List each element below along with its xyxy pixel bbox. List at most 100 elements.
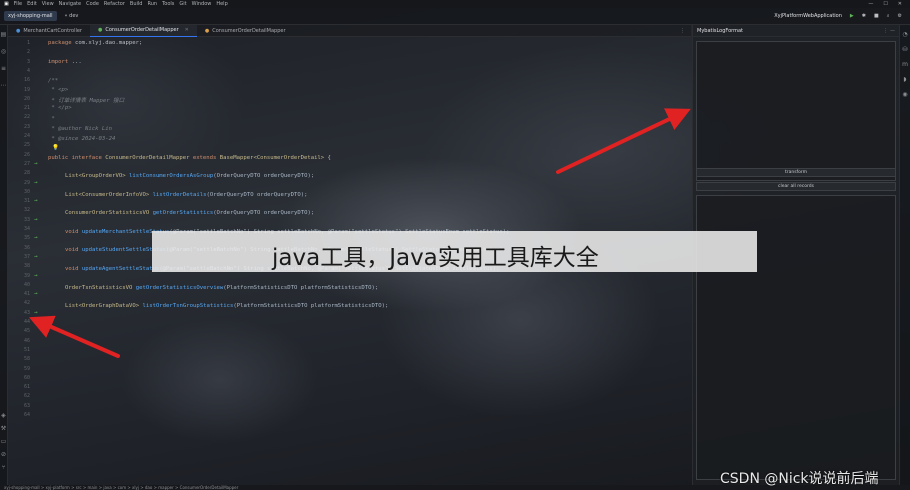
method-name[interactable]: getOrderStatisticsOverview (136, 285, 224, 291)
method-name[interactable]: listOrderDetails (153, 192, 207, 198)
project-selector[interactable]: xyj-shopping-mall (4, 11, 57, 21)
mybatis-panel-header: MybatisLogFormat ⋮ — (693, 25, 899, 37)
branch-selector[interactable]: ⑂ dev (65, 13, 79, 19)
menu-view[interactable]: View (42, 1, 54, 7)
interface-icon: ● (98, 27, 103, 33)
method-declaration: List<ConsumerOrderInfoVO> listOrderDetai… (65, 192, 308, 198)
left-tool-strip: ▤ ◎ ≡ ⋯ ◈ ⚒ ▭ ⊘ ⑂ (0, 25, 8, 485)
app-logo-icon[interactable]: ▣ (4, 1, 9, 7)
sql-input-area[interactable] (696, 41, 896, 181)
line-number: 59 (23, 365, 30, 372)
minimize-button[interactable]: — (868, 1, 873, 7)
line-number: 19 (23, 86, 30, 93)
doc-line: * @since 2024-03-24 (48, 136, 116, 142)
menu-bar: ▣ File Edit View Navigate Code Refactor … (0, 0, 910, 8)
go-to-implementation-icon[interactable]: → (34, 179, 38, 186)
editor-gutter: 1 2 3 4 16 19 20 21 22 23 24 25 26 27 28 29 30 31 32 33 34 35… (8, 37, 48, 487)
line-number: 58 (23, 356, 30, 363)
method-name[interactable]: updateAgentSettleStatus (82, 266, 159, 272)
panel-title: MybatisLogFormat (697, 27, 744, 34)
keyword: public interface (48, 155, 102, 161)
menu-build[interactable]: Build (130, 1, 143, 7)
line-number: 4 (26, 67, 30, 74)
debug-icon[interactable]: ✱ (862, 13, 866, 19)
tab-merchant-cart-controller[interactable]: ● MerchantCartController (8, 25, 90, 37)
breadcrumb[interactable]: xyj-shopping-mall > xyj-platform > src >… (4, 485, 238, 490)
stop-icon[interactable]: ■ (874, 13, 879, 19)
line-number: 51 (23, 346, 30, 353)
line-number: 42 (23, 300, 30, 307)
commit-tool-icon[interactable]: ◎ (1, 48, 6, 55)
go-to-implementation-icon[interactable]: → (34, 290, 38, 297)
mybatis-log-icon[interactable]: ◉ (902, 91, 907, 98)
return-type: void (65, 228, 82, 235)
doc-line: /** (48, 78, 59, 84)
terminal-icon[interactable]: ▭ (1, 438, 7, 445)
tab-consumer-order-detail-mapper[interactable]: ● ConsumerOrderDetailMapper ✕ (90, 24, 197, 37)
import-fold[interactable]: ... (68, 59, 82, 65)
project-tool-icon[interactable]: ▤ (1, 31, 7, 38)
method-name[interactable]: listOrderTsnGroupStatistics (142, 303, 233, 309)
menu-code[interactable]: Code (86, 1, 99, 7)
menu-run[interactable]: Run (147, 1, 157, 7)
panel-options-icon[interactable]: ⋮ — (883, 28, 895, 34)
go-to-implementation-icon[interactable]: → (34, 216, 38, 223)
interface-name: ConsumerOrderDetailMapper (101, 155, 190, 161)
menu-window[interactable]: Window (192, 1, 212, 7)
line-number: 1 (26, 40, 30, 46)
notifications-icon[interactable]: ◔ (902, 31, 907, 38)
search-icon[interactable]: ⌕ (887, 13, 890, 19)
go-to-implementation-icon[interactable]: → (34, 272, 38, 279)
line-number: 31 (23, 198, 30, 205)
tabs-more-icon[interactable]: ⋮ (680, 28, 691, 34)
line-number: 33 (23, 216, 30, 223)
go-to-implementation-icon[interactable]: → (34, 309, 38, 316)
go-to-implementation-icon[interactable]: → (34, 234, 38, 241)
clear-records-button[interactable]: clear all records (696, 182, 896, 191)
editor-tabs: ● MerchantCartController ● ConsumerOrder… (8, 24, 691, 37)
database-icon[interactable]: ⛁ (902, 46, 907, 53)
problems-icon[interactable]: ⊘ (1, 451, 6, 458)
method-name[interactable]: listConsumerOrdersAsGroup (129, 173, 213, 179)
git-icon[interactable]: ⑂ (2, 464, 6, 471)
menu-navigate[interactable]: Navigate (59, 1, 81, 7)
java-class-icon: ● (16, 27, 21, 34)
bulb-icon[interactable]: 💡 (52, 145, 59, 151)
super-type: BaseMapper<ConsumerOrderDetail> (216, 155, 325, 161)
settings-icon[interactable]: ⚙ (898, 13, 902, 19)
line-number: 43 (23, 309, 30, 316)
close-window-button[interactable]: ✕ (898, 1, 902, 7)
return-type: List<ConsumerOrderInfoVO> (65, 191, 153, 198)
menu-help[interactable]: Help (216, 1, 227, 7)
line-number: 60 (23, 374, 30, 381)
menu-file[interactable]: File (14, 1, 22, 7)
run-icon[interactable]: ▶ (850, 13, 854, 19)
menu-tools[interactable]: Tools (162, 1, 174, 7)
structure-tool-icon[interactable]: ≡ (1, 65, 6, 72)
menu-edit[interactable]: Edit (27, 1, 37, 7)
menu-git[interactable]: Git (179, 1, 186, 7)
menu-refactor[interactable]: Refactor (104, 1, 125, 7)
close-icon[interactable]: ✕ (185, 27, 189, 33)
transform-button[interactable]: transform (696, 168, 896, 177)
line-number: 26 (23, 151, 30, 158)
go-to-implementation-icon[interactable]: → (34, 160, 38, 167)
build-icon[interactable]: ⚒ (1, 425, 6, 432)
maven-icon[interactable]: m (902, 61, 908, 68)
watermark: CSDN @Nick说说前后端 (720, 471, 879, 487)
services-icon[interactable]: ◈ (1, 412, 6, 419)
return-type: List<OrderGraphDataVO> (65, 303, 143, 310)
tab-consumer-order-detail-mapper-xml[interactable]: ● ConsumerOrderDetailMapper (197, 25, 294, 37)
method-name[interactable]: getOrderStatistics (153, 210, 214, 216)
tab-label: ConsumerOrderDetailMapper (212, 27, 286, 34)
maximize-button[interactable]: ☐ (883, 1, 887, 7)
gradle-icon[interactable]: ◗ (903, 76, 906, 83)
toolbar-right: XyjPlatformWebApplication ▶ ✱ ■ ⌕ ⚙ (774, 13, 910, 19)
run-config-selector[interactable]: XyjPlatformWebApplication (774, 13, 842, 19)
more-tools-icon[interactable]: ⋯ (1, 82, 7, 89)
package-line: package com.xlyj.dao.mapper; (48, 40, 142, 46)
go-to-implementation-icon[interactable]: → (34, 253, 38, 260)
tab-label: MerchantCartController (23, 27, 82, 34)
line-number: 30 (23, 188, 30, 195)
go-to-implementation-icon[interactable]: → (34, 197, 38, 204)
